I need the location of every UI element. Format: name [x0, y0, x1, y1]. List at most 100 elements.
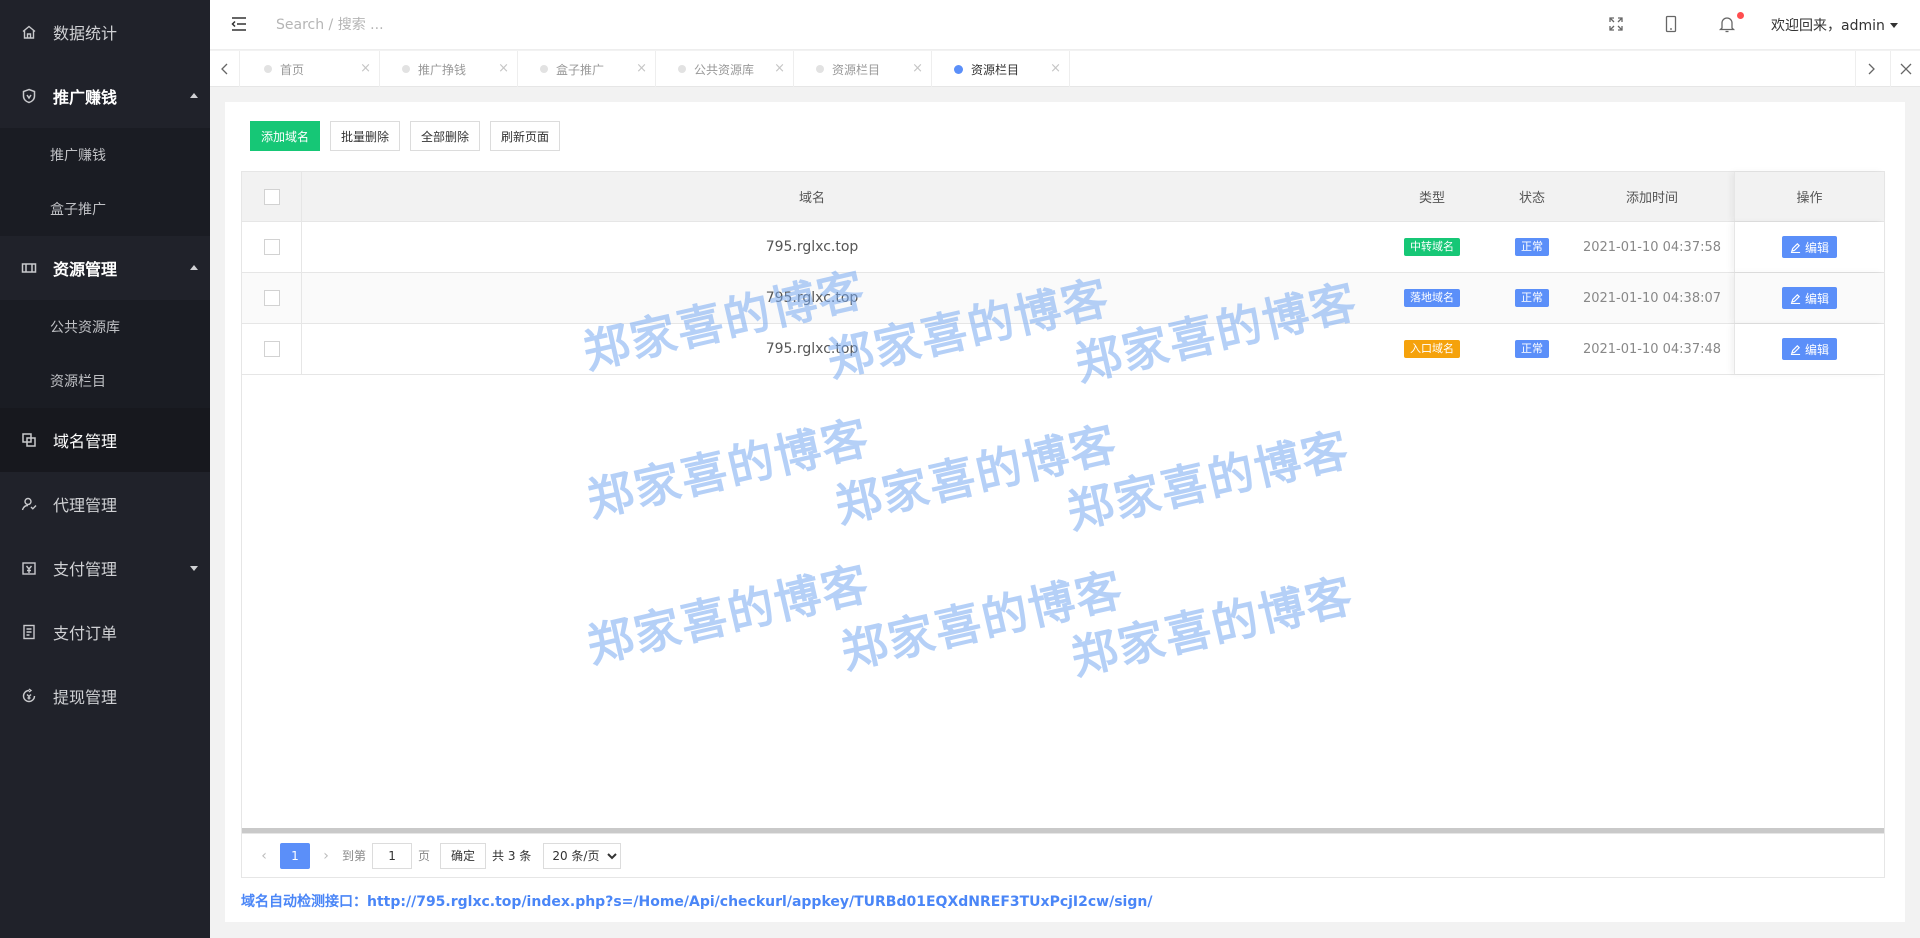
prev-page-icon[interactable]: ‹ [254, 848, 274, 864]
payment-icon [20, 559, 38, 577]
sidebar-item-payment[interactable]: 支付管理 [0, 536, 210, 600]
close-icon[interactable]: × [360, 62, 371, 76]
tabs-scroll-right-icon[interactable] [1855, 51, 1885, 87]
add-domain-button[interactable]: 添加域名 [250, 121, 321, 151]
row-checkbox[interactable] [263, 239, 280, 255]
edit-label: 编辑 [1804, 342, 1829, 357]
type-cell: 中转域名 [1382, 222, 1482, 272]
tab-box-promote[interactable]: 盒子推广 × [518, 51, 656, 87]
sidebar-subitem-promote[interactable]: 推广赚钱 [0, 128, 210, 182]
tab-label: 推广挣钱 [418, 62, 467, 77]
page-size-select[interactable]: 20 条/页 [543, 842, 622, 869]
table-row: 795.rglxc.top 落地域名 正常 2021-01-10 04:38:0… [242, 273, 1884, 324]
row-checkbox-cell [242, 222, 302, 272]
column-header-time: 添加时间 [1625, 191, 1678, 206]
withdraw-icon [20, 687, 38, 705]
mobile-icon[interactable] [1662, 15, 1680, 33]
batch-delete-button[interactable]: 批量删除 [330, 121, 401, 151]
tabs-close-all-icon[interactable] [1890, 51, 1920, 87]
sidebar-item-domains[interactable]: 域名管理 [0, 408, 210, 472]
next-page-icon[interactable]: › [316, 848, 336, 864]
select-all-checkbox[interactable] [263, 188, 280, 205]
sidebar-item-label: 域名管理 [53, 432, 118, 451]
sidebar-item-label: 资源管理 [53, 260, 118, 279]
edit-button[interactable]: 编辑 [1781, 338, 1837, 360]
content-card: 添加域名 批量删除 全部删除 刷新页面 域名 类型 状态 添加时间 操作 795… [225, 102, 1905, 922]
tab-label: 公共资源库 [694, 62, 755, 77]
type-badge: 入口域名 [1404, 340, 1460, 358]
domain-cell: 795.rglxc.top [765, 290, 859, 306]
sidebar-item-promote[interactable]: 推广赚钱 [0, 64, 210, 128]
type-cell: 入口域名 [1382, 324, 1482, 374]
user-menu[interactable]: 欢迎回来，admin [1771, 15, 1898, 35]
action-cell: 编辑 [1734, 324, 1884, 374]
row-checkbox[interactable] [263, 290, 280, 306]
page-number-current[interactable]: 1 [280, 842, 310, 869]
close-icon[interactable]: × [774, 62, 785, 76]
page-unit-label: 页 [418, 849, 431, 863]
edit-button[interactable]: 编辑 [1781, 236, 1837, 258]
status-cell: 正常 [1482, 222, 1582, 272]
sidebar-item-resources[interactable]: 资源管理 [0, 236, 210, 300]
sidebar-item-stats[interactable]: 数据统计 [0, 0, 210, 64]
tab-promote[interactable]: 推广挣钱 × [380, 51, 518, 87]
sidebar-subitem-public-resources[interactable]: 公共资源库 [0, 300, 210, 354]
delete-all-button[interactable]: 全部删除 [410, 121, 481, 151]
row-checkbox[interactable] [263, 341, 280, 357]
tab-dot [816, 65, 824, 73]
sidebar-subitem-box-promote[interactable]: 盒子推广 [0, 182, 210, 236]
edit-label: 编辑 [1804, 291, 1829, 306]
refresh-button[interactable]: 刷新页面 [490, 121, 561, 151]
status-badge: 正常 [1515, 238, 1549, 256]
search-input[interactable] [276, 13, 576, 37]
sidebar-item-orders[interactable]: 支付订单 [0, 600, 210, 664]
sidebar-item-label: 支付管理 [53, 560, 118, 579]
tabs-list: 首页 × 推广挣钱 × 盒子推广 × 公共资源库 × 资源栏目 × 资源栏目 × [242, 51, 1070, 87]
tabs-scroll-left-icon[interactable] [210, 51, 240, 87]
table-header: 域名 类型 状态 添加时间 操作 [242, 172, 1884, 222]
sidebar-item-agents[interactable]: 代理管理 [0, 472, 210, 536]
tab-dot [678, 65, 686, 73]
page-jump-confirm-button[interactable]: 确定 [440, 842, 487, 869]
sidebar-subitem-resource-columns[interactable]: 资源栏目 [0, 354, 210, 408]
time-cell: 2021-01-10 04:37:58 [1582, 239, 1722, 255]
header-checkbox-cell [242, 172, 302, 221]
edit-icon [1790, 242, 1801, 253]
shield-icon [20, 87, 38, 105]
column-header-status: 状态 [1518, 191, 1545, 206]
goto-label: 到第 [342, 849, 367, 863]
order-icon [20, 623, 38, 641]
page-jump-input[interactable] [372, 842, 413, 869]
column-header-domain: 域名 [798, 191, 825, 206]
sidebar-item-label: 数据统计 [53, 24, 118, 43]
sidebar-item-withdraw[interactable]: 提现管理 [0, 664, 210, 728]
sidebar-item-label: 支付订单 [53, 624, 118, 643]
tab-resource-columns[interactable]: 资源栏目 × [794, 51, 932, 87]
action-cell: 编辑 [1734, 222, 1884, 272]
fullscreen-icon[interactable] [1607, 15, 1625, 33]
close-icon[interactable]: × [498, 62, 509, 76]
close-icon[interactable]: × [1050, 62, 1061, 76]
notification-dot [1737, 12, 1744, 19]
tab-label: 资源栏目 [832, 62, 881, 77]
domain-check-api-note: 域名自动检测接口：http://795.rglxc.top/index.php?… [241, 894, 1153, 910]
tab-home[interactable]: 首页 × [242, 51, 380, 87]
toolbar: 添加域名 批量删除 全部删除 刷新页面 [250, 121, 561, 151]
tab-public-resources[interactable]: 公共资源库 × [656, 51, 794, 87]
tab-label: 盒子推广 [556, 62, 605, 77]
tab-dot [540, 65, 548, 73]
status-badge: 正常 [1515, 289, 1549, 307]
close-icon[interactable]: × [912, 62, 923, 76]
action-cell: 编辑 [1734, 273, 1884, 323]
tab-resource-columns-active[interactable]: 资源栏目 × [932, 51, 1070, 87]
sidebar-item-label: 推广赚钱 [53, 88, 118, 107]
edit-button[interactable]: 编辑 [1781, 287, 1837, 309]
chevron-up-icon [190, 93, 198, 98]
menu-toggle-icon[interactable] [230, 15, 248, 33]
close-icon[interactable]: × [636, 62, 647, 76]
user-greeting: 欢迎回来，admin [1771, 18, 1885, 34]
pagination: ‹ 1 › 到第 页 确定 共 3 条 20 条/页 [242, 833, 1884, 877]
bell-icon[interactable] [1718, 15, 1736, 33]
sidebar-item-label: 代理管理 [53, 496, 118, 515]
type-badge: 落地域名 [1404, 289, 1460, 307]
